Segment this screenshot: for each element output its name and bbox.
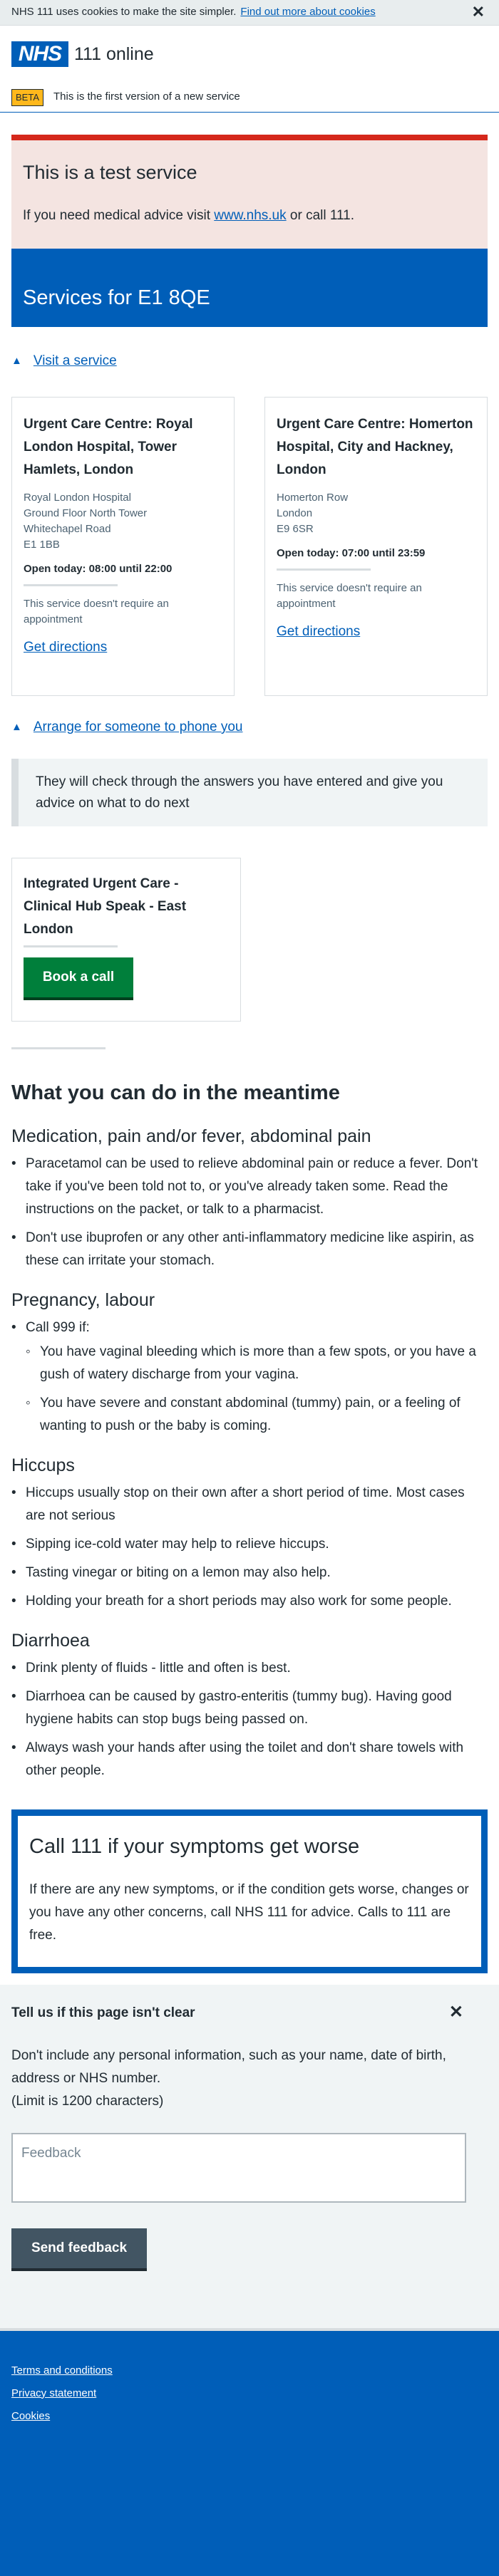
service-address: Royal London Hospital Ground Floor North… bbox=[24, 490, 222, 553]
address-line: E1 1BB bbox=[24, 539, 60, 551]
feedback-desc-text: Don't include any personal information, … bbox=[11, 2047, 446, 2086]
test-banner-title: This is a test service bbox=[23, 162, 197, 183]
feedback-description: Don't include any personal information, … bbox=[11, 2045, 488, 2113]
advice-heading: Pregnancy, labour bbox=[11, 1289, 155, 1310]
character-limit: (Limit is 1200 characters) bbox=[11, 2093, 164, 2109]
close-icon[interactable]: ✕ bbox=[472, 4, 485, 20]
advice-heading: Medication, pain and/or fever, abdominal… bbox=[11, 1126, 371, 1146]
service-card: Urgent Care Centre: Homerton Hospital, C… bbox=[264, 397, 488, 696]
list-item-text: Call 999 if: bbox=[26, 1319, 90, 1335]
opening-hours: Open today: 08:00 until 22:00 bbox=[24, 563, 173, 575]
phase-text: This is the first version of a new servi… bbox=[53, 90, 240, 103]
cookie-info-link[interactable]: Find out more about cookies bbox=[240, 4, 375, 20]
arrange-phone-link[interactable]: Arrange for someone to phone you bbox=[34, 717, 243, 737]
advice-heading: Diarrhoea bbox=[11, 1630, 90, 1651]
cookie-banner: NHS 111 uses cookies to make the site si… bbox=[0, 0, 499, 26]
appointment-note: This service doesn't require an appointm… bbox=[277, 582, 422, 611]
list-item: Holding your breath for a short periods … bbox=[11, 1590, 488, 1613]
worsening-callout: Call 111 if your symptoms get worse If t… bbox=[11, 1809, 488, 1973]
service-name[interactable]: 111 online bbox=[74, 41, 154, 68]
sub-list: You have vaginal bleeding which is more … bbox=[26, 1341, 488, 1438]
advice-heading: Hiccups bbox=[11, 1455, 75, 1475]
services-title: Services for E1 8QE bbox=[11, 249, 488, 327]
divider bbox=[24, 584, 118, 587]
footer-link-cookies[interactable]: Cookies bbox=[11, 2405, 488, 2428]
address-line: Ground Floor North Tower bbox=[24, 507, 148, 519]
book-call-button[interactable]: Book a call bbox=[24, 957, 133, 997]
service-address: Homerton Row London E9 6SR bbox=[277, 490, 475, 537]
divider bbox=[24, 945, 118, 947]
advice-list: Hiccups usually stop on their own after … bbox=[11, 1482, 488, 1613]
get-directions-link[interactable]: Get directions bbox=[277, 622, 475, 642]
visit-service-toggle[interactable]: ▲ Visit a service bbox=[11, 347, 488, 375]
inset-text: They will check through the answers you … bbox=[11, 759, 488, 826]
opening-hours: Open today: 07:00 until 23:59 bbox=[277, 547, 426, 559]
phase-banner: BETA This is the first version of a new … bbox=[0, 83, 499, 113]
test-banner-text: If you need medical advice visit www.nhs… bbox=[23, 206, 476, 226]
list-item: You have severe and constant abdominal (… bbox=[26, 1392, 488, 1438]
nhs-logo[interactable]: NHS bbox=[11, 41, 68, 67]
call-card: Integrated Urgent Care - Clinical Hub Sp… bbox=[11, 858, 241, 1022]
beta-tag: BETA bbox=[11, 88, 43, 106]
list-item: Hiccups usually stop on their own after … bbox=[11, 1482, 488, 1527]
service-cards: Urgent Care Centre: Royal London Hospita… bbox=[11, 397, 488, 696]
close-icon[interactable]: ✕ bbox=[449, 2003, 463, 2020]
nhs-uk-link[interactable]: www.nhs.uk bbox=[214, 208, 286, 223]
list-item: Diarrhoea can be caused by gastro-enteri… bbox=[11, 1686, 488, 1731]
triangle-up-icon: ▲ bbox=[11, 354, 22, 367]
list-item: Don't use ibuprofen or any other anti-in… bbox=[11, 1227, 488, 1272]
phone-toggle[interactable]: ▲ Arrange for someone to phone you bbox=[11, 713, 488, 742]
list-item: Drink plenty of fluids - little and ofte… bbox=[11, 1657, 488, 1680]
footer-link-terms[interactable]: Terms and conditions bbox=[11, 2359, 488, 2382]
footer-link-privacy[interactable]: Privacy statement bbox=[11, 2382, 488, 2405]
callout-text: If there are any new symptoms, or if the… bbox=[29, 1882, 469, 1943]
feedback-panel: Tell us if this page isn't clear ✕ Don't… bbox=[0, 1984, 499, 2328]
list-item: Call 999 if: You have vaginal bleeding w… bbox=[11, 1316, 488, 1438]
advice-list: Paracetamol can be used to relieve abdom… bbox=[11, 1153, 488, 1272]
address-line: Royal London Hospital bbox=[24, 492, 131, 504]
list-item: Paracetamol can be used to relieve abdom… bbox=[11, 1153, 488, 1221]
test-banner-text-before: If you need medical advice visit bbox=[23, 207, 215, 223]
meantime-title: What you can do in the meantime bbox=[11, 1081, 340, 1104]
test-banner-text-after: or call 111. bbox=[286, 207, 355, 223]
list-item: You have vaginal bleeding which is more … bbox=[26, 1341, 488, 1386]
list-item: Sipping ice-cold water may help to relie… bbox=[11, 1533, 488, 1556]
service-card-title: Urgent Care Centre: Homerton Hospital, C… bbox=[277, 417, 473, 477]
send-feedback-button[interactable]: Send feedback bbox=[11, 2228, 147, 2268]
feedback-input[interactable] bbox=[11, 2132, 466, 2203]
advice-list: Drink plenty of fluids - little and ofte… bbox=[11, 1657, 488, 1782]
call-card-title: Integrated Urgent Care - Clinical Hub Sp… bbox=[24, 876, 187, 937]
address-line: Whitechapel Road bbox=[24, 523, 111, 535]
site-header: NHS 111 online bbox=[0, 26, 499, 83]
site-footer: Terms and conditions Privacy statement C… bbox=[0, 2327, 499, 2576]
service-card: Urgent Care Centre: Royal London Hospita… bbox=[11, 397, 235, 696]
callout-title: Call 111 if your symptoms get worse bbox=[29, 1834, 360, 1858]
feedback-title: Tell us if this page isn't clear bbox=[11, 2005, 195, 2020]
section-divider bbox=[11, 1047, 106, 1049]
service-card-title: Urgent Care Centre: Royal London Hospita… bbox=[24, 417, 193, 477]
triangle-up-icon: ▲ bbox=[11, 720, 22, 733]
address-line: Homerton Row bbox=[277, 492, 349, 504]
divider bbox=[277, 568, 371, 571]
visit-service-link[interactable]: Visit a service bbox=[34, 351, 117, 371]
advice-list: Call 999 if: You have vaginal bleeding w… bbox=[11, 1316, 488, 1438]
test-service-banner: This is a test service If you need medic… bbox=[11, 135, 488, 249]
list-item: Always wash your hands after using the t… bbox=[11, 1737, 488, 1782]
get-directions-link[interactable]: Get directions bbox=[24, 638, 222, 658]
appointment-note: This service doesn't require an appointm… bbox=[24, 598, 169, 626]
list-item: Tasting vinegar or biting on a lemon may… bbox=[11, 1562, 488, 1584]
cookie-text: NHS 111 uses cookies to make the site si… bbox=[11, 6, 237, 19]
address-line: E9 6SR bbox=[277, 523, 314, 535]
address-line: London bbox=[277, 507, 313, 519]
care-advice: Medication, pain and/or fever, abdominal… bbox=[11, 1124, 488, 1782]
